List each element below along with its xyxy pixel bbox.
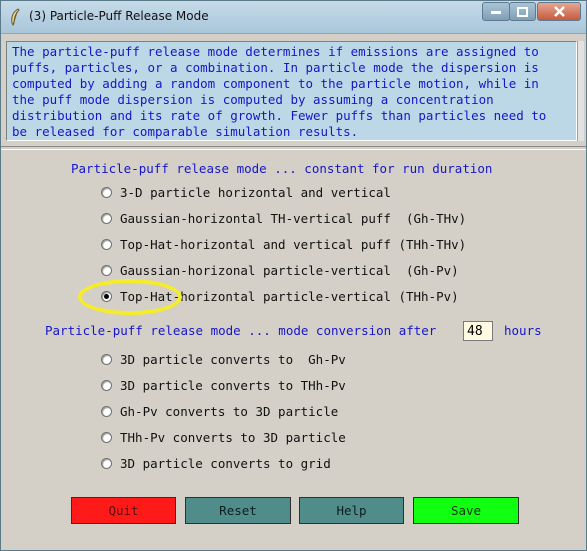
- option-3d-to-gh-pv[interactable]: 3D particle converts to Gh-Pv: [101, 350, 346, 368]
- description-scrollbar[interactable]: [577, 41, 584, 141]
- option-gh-pv-to-3d[interactable]: Gh-Pv converts to 3D particle: [101, 402, 338, 420]
- radio-button[interactable]: [101, 212, 112, 224]
- close-icon: [553, 6, 565, 17]
- option-label: 3-D particle horizontal and vertical: [120, 184, 391, 200]
- option-3d-particle[interactable]: 3-D particle horizontal and vertical: [101, 183, 391, 201]
- option-label: 3D particle converts to grid: [120, 455, 331, 471]
- radio-button[interactable]: [101, 353, 112, 365]
- option-label: 3D particle converts to Gh-Pv: [120, 351, 346, 367]
- radio-button-selected[interactable]: [101, 290, 112, 302]
- radio-button[interactable]: [101, 405, 112, 417]
- option-label: Top-Hat-horizontal particle-vertical (TH…: [120, 288, 459, 304]
- maximize-icon: [517, 6, 528, 17]
- quit-button[interactable]: Quit: [71, 497, 176, 524]
- maximize-button[interactable]: [509, 2, 536, 21]
- separator: [1, 146, 586, 150]
- option-3d-to-grid[interactable]: 3D particle converts to grid: [101, 454, 331, 472]
- minimize-icon: [491, 10, 501, 14]
- radio-button[interactable]: [101, 457, 112, 469]
- radio-button[interactable]: [101, 264, 112, 276]
- constant-mode-heading: Particle-puff release mode ... constant …: [71, 161, 493, 176]
- minimize-button[interactable]: [482, 2, 510, 21]
- option-label: 3D particle converts to THh-Pv: [120, 377, 346, 393]
- radio-button[interactable]: [101, 379, 112, 391]
- radio-button[interactable]: [101, 238, 112, 250]
- hours-label: hours: [504, 323, 542, 338]
- window-title: (3) Particle-Puff Release Mode: [29, 9, 209, 23]
- hours-input[interactable]: [463, 321, 493, 341]
- reset-button[interactable]: Reset: [185, 497, 291, 524]
- option-label: Gaussian-horizonal particle-vertical (Gh…: [120, 262, 459, 278]
- save-button[interactable]: Save: [413, 497, 519, 524]
- dialog-window: (3) Particle-Puff Release Mode The parti…: [0, 0, 587, 551]
- option-3d-to-thh-pv[interactable]: 3D particle converts to THh-Pv: [101, 376, 346, 394]
- description-text: The particle-puff release mode determine…: [12, 44, 547, 139]
- feather-icon: [9, 8, 21, 27]
- option-gh-thv[interactable]: Gaussian-horizontal TH-vertical puff (Gh…: [101, 209, 466, 227]
- description-box: The particle-puff release mode determine…: [6, 41, 577, 141]
- help-button[interactable]: Help: [299, 497, 404, 524]
- option-label: Top-Hat-horizontal and vertical puff (TH…: [120, 236, 467, 252]
- option-thh-pv-to-3d[interactable]: THh-Pv converts to 3D particle: [101, 428, 346, 446]
- option-label: THh-Pv converts to 3D particle: [120, 429, 346, 445]
- option-label: Gh-Pv converts to 3D particle: [120, 403, 339, 419]
- conversion-mode-heading: Particle-puff release mode ... mode conv…: [45, 323, 437, 338]
- option-thh-pv[interactable]: Top-Hat-horizontal particle-vertical (TH…: [101, 287, 459, 305]
- option-label: Gaussian-horizontal TH-vertical puff (Gh…: [120, 210, 467, 226]
- option-gh-pv[interactable]: Gaussian-horizonal particle-vertical (Gh…: [101, 261, 459, 279]
- radio-button[interactable]: [101, 186, 112, 198]
- option-thh-thv[interactable]: Top-Hat-horizontal and vertical puff (TH…: [101, 235, 466, 253]
- title-bar[interactable]: (3) Particle-Puff Release Mode: [1, 1, 586, 34]
- close-button[interactable]: [537, 2, 581, 21]
- radio-button[interactable]: [101, 431, 112, 443]
